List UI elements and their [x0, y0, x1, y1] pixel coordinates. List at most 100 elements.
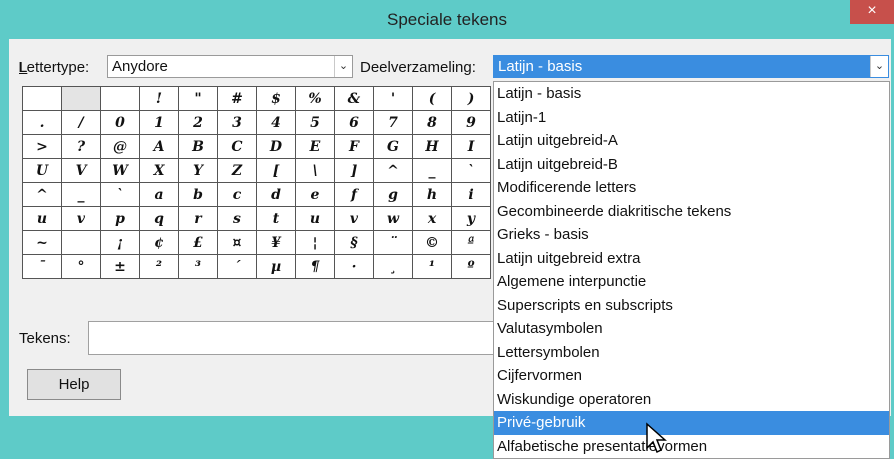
grid-cell[interactable]: ¯	[22, 254, 62, 279]
dropdown-option[interactable]: Latijn uitgebreid-A	[494, 129, 889, 153]
dropdown-option[interactable]: Cijfervormen	[494, 364, 889, 388]
character-grid[interactable]: ! " # $% & '()./0 1 2 3 4 5 6 7 8 9 >? @ A B C D E F G H I U V W X Y Z[…	[22, 86, 491, 279]
close-button[interactable]: ×	[850, 0, 894, 24]
grid-cell[interactable]: ^	[22, 182, 62, 207]
grid-cell[interactable]: '	[373, 86, 413, 111]
grid-cell[interactable]: #	[217, 86, 257, 111]
grid-cell[interactable]: 5	[295, 110, 335, 135]
grid-cell[interactable]: g	[373, 182, 413, 207]
grid-cell[interactable]: F	[334, 134, 374, 159]
grid-cell[interactable]: (	[412, 86, 452, 111]
grid-cell[interactable]: °	[61, 254, 101, 279]
grid-cell[interactable]: a	[139, 182, 179, 207]
grid-cell[interactable]: A	[139, 134, 179, 159]
grid-cell[interactable]: £	[178, 230, 218, 255]
grid-cell[interactable]: "	[178, 86, 218, 111]
grid-cell[interactable]: s	[217, 206, 257, 231]
dropdown-option[interactable]: Latijn-1	[494, 106, 889, 130]
grid-cell[interactable]: G	[373, 134, 413, 159]
dropdown-option[interactable]: Privé-gebruik	[494, 411, 889, 435]
dropdown-option[interactable]: Grieks - basis	[494, 223, 889, 247]
grid-cell[interactable]: W	[100, 158, 140, 183]
grid-cell[interactable]: ¨	[373, 230, 413, 255]
chevron-down-icon[interactable]: ⌄	[334, 56, 352, 77]
grid-cell[interactable]: r	[178, 206, 218, 231]
dropdown-option[interactable]: Algemene interpunctie	[494, 270, 889, 294]
grid-cell[interactable]: ¶	[295, 254, 335, 279]
grid-cell[interactable]: t	[256, 206, 296, 231]
grid-cell[interactable]: ^	[373, 158, 413, 183]
grid-cell[interactable]: 0	[100, 110, 140, 135]
grid-cell[interactable]: 9	[451, 110, 491, 135]
chevron-down-icon[interactable]: ⌄	[870, 56, 888, 77]
grid-cell[interactable]: ¢	[139, 230, 179, 255]
grid-cell[interactable]: b	[178, 182, 218, 207]
subset-select[interactable]: Latijn - basis ⌄	[493, 55, 889, 78]
grid-cell[interactable]: $	[256, 86, 296, 111]
dropdown-option[interactable]: Latijn uitgebreid-B	[494, 153, 889, 177]
grid-cell[interactable]: y	[451, 206, 491, 231]
grid-cell[interactable]	[100, 86, 140, 111]
grid-cell[interactable]: ¡	[100, 230, 140, 255]
grid-cell[interactable]: c	[217, 182, 257, 207]
grid-cell[interactable]: %	[295, 86, 335, 111]
dropdown-option[interactable]: Lettersymbolen	[494, 341, 889, 365]
grid-cell[interactable]: µ	[256, 254, 296, 279]
grid-cell[interactable]: 4	[256, 110, 296, 135]
dropdown-option[interactable]: Superscripts en subscripts	[494, 294, 889, 318]
grid-cell[interactable]: E	[295, 134, 335, 159]
grid-cell[interactable]	[22, 86, 62, 111]
grid-cell[interactable]: _	[412, 158, 452, 183]
grid-cell[interactable]: u	[22, 206, 62, 231]
grid-cell[interactable]: ²	[139, 254, 179, 279]
grid-cell[interactable]: _	[61, 182, 101, 207]
dropdown-option[interactable]: Alfabetische presentatievormen	[494, 435, 889, 459]
grid-cell[interactable]: .	[22, 110, 62, 135]
grid-cell[interactable]: U	[22, 158, 62, 183]
grid-cell[interactable]: ¤	[217, 230, 257, 255]
grid-cell[interactable]: 3	[217, 110, 257, 135]
font-select[interactable]: Anydore ⌄	[107, 55, 353, 78]
grid-cell[interactable]: B	[178, 134, 218, 159]
grid-cell[interactable]: q	[139, 206, 179, 231]
dropdown-option[interactable]: Modificerende letters	[494, 176, 889, 200]
grid-cell[interactable]: v	[334, 206, 374, 231]
grid-cell[interactable]: D	[256, 134, 296, 159]
grid-cell[interactable]: 1	[139, 110, 179, 135]
dropdown-option[interactable]: Gecombineerde diakritische tekens	[494, 200, 889, 224]
grid-cell[interactable]: C	[217, 134, 257, 159]
grid-cell[interactable]: 2	[178, 110, 218, 135]
grid-cell[interactable]: ]	[334, 158, 374, 183]
grid-cell[interactable]: ´	[217, 254, 257, 279]
grid-cell[interactable]: I	[451, 134, 491, 159]
grid-cell[interactable]: `	[100, 182, 140, 207]
grid-cell[interactable]: v	[61, 206, 101, 231]
grid-cell[interactable]: ¹	[412, 254, 452, 279]
grid-cell[interactable]: &	[334, 86, 374, 111]
grid-cell[interactable]: f	[334, 182, 374, 207]
grid-cell[interactable]: Y	[178, 158, 218, 183]
grid-cell[interactable]: )	[451, 86, 491, 111]
help-button[interactable]: Help	[27, 369, 121, 400]
grid-cell[interactable]: ·	[334, 254, 374, 279]
grid-cell[interactable]: H	[412, 134, 452, 159]
grid-cell[interactable]: X	[139, 158, 179, 183]
dropdown-option[interactable]: Latijn uitgebreid extra	[494, 247, 889, 271]
grid-cell[interactable]: V	[61, 158, 101, 183]
grid-cell[interactable]: 8	[412, 110, 452, 135]
grid-cell[interactable]: >	[22, 134, 62, 159]
grid-cell[interactable]: ¥	[256, 230, 296, 255]
grid-cell[interactable]: i	[451, 182, 491, 207]
grid-cell[interactable]: w	[373, 206, 413, 231]
grid-cell[interactable]: 6	[334, 110, 374, 135]
grid-cell[interactable]: ±	[100, 254, 140, 279]
dropdown-option[interactable]: Wiskundige operatoren	[494, 388, 889, 412]
grid-cell[interactable]: e	[295, 182, 335, 207]
grid-cell[interactable]: º	[451, 254, 491, 279]
grid-cell[interactable]: ?	[61, 134, 101, 159]
grid-cell[interactable]: ~	[22, 230, 62, 255]
grid-cell[interactable]: d	[256, 182, 296, 207]
grid-cell[interactable]: §	[334, 230, 374, 255]
grid-cell[interactable]: u	[295, 206, 335, 231]
tekens-input[interactable]	[88, 321, 498, 355]
